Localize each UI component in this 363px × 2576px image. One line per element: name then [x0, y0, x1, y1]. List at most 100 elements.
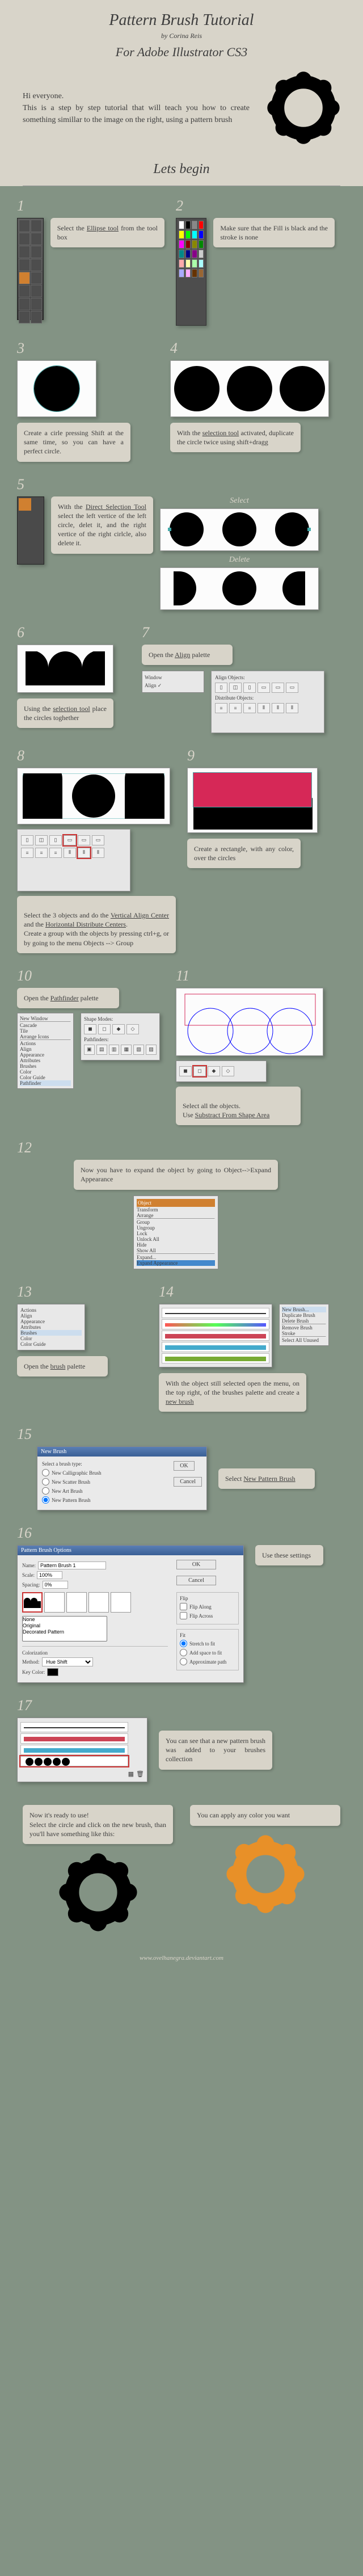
radio-scatter[interactable]	[42, 1478, 49, 1485]
ok-button[interactable]: OK	[176, 1560, 216, 1569]
tile-5[interactable]	[111, 1592, 131, 1613]
flip-across[interactable]	[180, 1612, 187, 1619]
menu-item[interactable]: Appearance	[20, 1319, 82, 1324]
menu-item[interactable]: New Window	[20, 1016, 71, 1021]
menu-item[interactable]: Pathfinder	[20, 1080, 71, 1086]
tile-2[interactable]	[44, 1592, 65, 1613]
pf-exclude[interactable]: ◇	[126, 1024, 139, 1034]
menu-item[interactable]: New Brush...	[282, 1307, 326, 1312]
align-right[interactable]: ▯	[243, 683, 256, 693]
menu-item[interactable]: Unlock All	[137, 1236, 215, 1242]
menu-item[interactable]: Arrange Icons	[20, 1034, 71, 1039]
method-select[interactable]: Hue Shift	[42, 1657, 93, 1666]
new-pattern-brush-row[interactable]	[20, 1756, 128, 1766]
select-label: Select	[160, 496, 319, 506]
pattern-list[interactable]: None Original Decorated Pattern	[22, 1616, 107, 1641]
flip-along[interactable]	[180, 1603, 187, 1610]
dist-4[interactable]: ⦀	[258, 703, 270, 713]
step-caption: With the Direct Selection Tool select th…	[51, 496, 153, 554]
spacing-input[interactable]	[43, 1581, 68, 1589]
menu-item[interactable]: Group	[137, 1219, 215, 1225]
menu-item[interactable]: Attributes	[20, 1058, 71, 1063]
align-top[interactable]: ▭	[258, 683, 270, 693]
radio-pattern[interactable]	[42, 1496, 49, 1504]
step-16: 16 Pattern Brush Options Name: Scale: Sp…	[17, 1525, 335, 1683]
delete-label: Delete	[160, 555, 319, 565]
menu-item[interactable]: Color	[20, 1069, 71, 1075]
ok-button[interactable]: OK	[174, 1461, 194, 1471]
radio-calligraphic[interactable]	[42, 1469, 49, 1476]
delete-brush-icon[interactable]: 🗑	[136, 1771, 144, 1778]
pattern-brush-options-dialog: Pattern Brush Options Name: Scale: Spaci…	[17, 1545, 244, 1683]
menu-item[interactable]: Brushes	[20, 1330, 82, 1336]
step-number: 7	[142, 624, 329, 641]
menu-item[interactable]: Color Guide	[20, 1075, 71, 1080]
tile-3[interactable]	[66, 1592, 87, 1613]
cancel-button[interactable]: Cancel	[176, 1576, 216, 1585]
dist-1[interactable]: ≡	[215, 703, 227, 713]
menu-item[interactable]: Attributes	[20, 1324, 82, 1330]
menu-item[interactable]: Brushes	[20, 1063, 71, 1069]
menu-item[interactable]: Ungroup	[137, 1225, 215, 1231]
step-caption: Select the Ellipse tool from the tool bo…	[50, 218, 164, 247]
menu-item[interactable]: Select All Unused	[282, 1337, 326, 1343]
menu-item[interactable]: Show All	[137, 1248, 215, 1253]
menu-item[interactable]: Tile	[20, 1028, 71, 1034]
brush-name-input[interactable]	[38, 1561, 106, 1569]
menu-item[interactable]: Lock	[137, 1231, 215, 1236]
scale-input[interactable]	[37, 1571, 62, 1579]
align-vcenter[interactable]: ▭	[272, 683, 284, 693]
menu-item[interactable]: Hide	[137, 1242, 215, 1248]
menu-item[interactable]: Color	[20, 1336, 82, 1341]
menu-dropdown: WindowAlign ✓	[142, 671, 204, 693]
step-caption: Use these settings	[255, 1545, 323, 1565]
dist-2[interactable]: ≡	[229, 703, 242, 713]
menu-item[interactable]: Transform	[137, 1207, 215, 1213]
menu-item[interactable]: Align	[20, 1046, 71, 1052]
step-8: 8 ▯◫▯ ▭▭▭ ≡≡≡ ⦀⦀⦀ Select the 3 objects a…	[17, 747, 176, 953]
lets-begin-heading: Lets begin	[23, 156, 340, 186]
direct-selection-tool[interactable]	[19, 498, 31, 511]
fit-approx[interactable]	[180, 1658, 187, 1665]
window-menu: New Window Cascade Tile Arrange Icons Ac…	[17, 1013, 74, 1089]
menu-item[interactable]: Duplicate Brush	[282, 1312, 326, 1318]
menu-item[interactable]: Appearance	[20, 1052, 71, 1058]
pf-intersect[interactable]: ◆	[112, 1024, 125, 1034]
pf-add[interactable]: ◼	[84, 1024, 96, 1034]
step-15: 15 New Brush Select a brush type: New Ca…	[17, 1426, 335, 1510]
cancel-button[interactable]: Cancel	[174, 1477, 202, 1487]
tile-main[interactable]	[22, 1592, 43, 1613]
horizontal-distribute-center[interactable]: ⦀	[78, 848, 90, 858]
menu-item[interactable]: Expand...	[137, 1255, 215, 1260]
new-brush-icon[interactable]: ▦	[128, 1771, 134, 1778]
step-2: 2 Make sure that the Fill is black and t…	[176, 197, 335, 326]
subtitle: For Adobe Illustrator CS3	[0, 45, 363, 60]
step-number: 1	[17, 197, 164, 214]
menu-item[interactable]: Arrange	[137, 1213, 215, 1218]
fit-stretch[interactable]	[180, 1640, 187, 1647]
dist-6[interactable]: ⦀	[286, 703, 298, 713]
menu-item[interactable]: Actions	[20, 1041, 71, 1046]
menu-item[interactable]: Actions	[20, 1307, 82, 1313]
menu-item[interactable]: Expand Appearance	[137, 1260, 215, 1266]
tile-4[interactable]	[88, 1592, 109, 1613]
keycolor-swatch[interactable]	[47, 1668, 58, 1676]
menu-item[interactable]: Remove Brush Stroke	[282, 1325, 326, 1336]
menu-item[interactable]: Color Guide	[20, 1341, 82, 1347]
menu-item[interactable]: Cascade	[20, 1022, 71, 1028]
dist-3[interactable]: ≡	[243, 703, 256, 713]
radio-art[interactable]	[42, 1487, 49, 1495]
align-bottom[interactable]: ▭	[286, 683, 298, 693]
dist-5[interactable]: ⦀	[272, 703, 284, 713]
vertical-align-center[interactable]: ▭	[64, 835, 76, 845]
align-left[interactable]: ▯	[215, 683, 227, 693]
step-number: 16	[17, 1525, 335, 1542]
step-3: 3 Create a cirle pressing Shift at the s…	[17, 340, 159, 462]
menu-item[interactable]: Align	[20, 1313, 82, 1319]
subtract-shape-area[interactable]: ◻	[193, 1066, 206, 1076]
ellipse-tool[interactable]	[19, 272, 30, 284]
fit-space[interactable]	[180, 1649, 187, 1656]
menu-item[interactable]: Delete Brush	[282, 1318, 326, 1324]
align-hcenter[interactable]: ◫	[229, 683, 242, 693]
pf-subtract[interactable]: ◻	[98, 1024, 111, 1034]
